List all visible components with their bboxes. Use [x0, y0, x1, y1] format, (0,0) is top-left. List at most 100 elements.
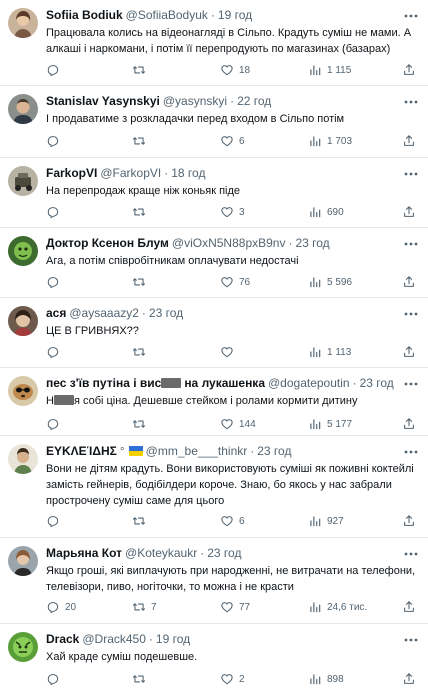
views-button[interactable]: 5 177 — [308, 417, 352, 431]
reply-button[interactable]: 20 — [46, 600, 76, 614]
author-name[interactable]: Sofiia Bodiuk — [46, 6, 123, 24]
avatar[interactable] — [8, 94, 38, 124]
retweet-button[interactable] — [132, 672, 151, 686]
retweet-button[interactable] — [132, 63, 151, 77]
share-button[interactable] — [402, 600, 416, 614]
views-button[interactable]: 690 — [308, 205, 344, 219]
tweet[interactable]: Доктор Ксенон Блум @viOxN5N88pxB9nv · 23… — [0, 228, 428, 298]
retweet-button[interactable] — [132, 514, 151, 528]
author-name[interactable]: Drack — [46, 630, 79, 648]
views-button[interactable]: 1 115 — [308, 63, 351, 77]
more-icon[interactable] — [402, 238, 420, 250]
share-button[interactable] — [402, 417, 416, 431]
like-button[interactable] — [220, 345, 239, 359]
retweet-button[interactable] — [132, 345, 151, 359]
author-name[interactable]: ася — [46, 304, 66, 322]
like-button[interactable]: 3 — [220, 205, 245, 219]
avatar[interactable] — [8, 632, 38, 662]
avatar[interactable] — [8, 236, 38, 266]
author-handle[interactable]: @yasynskyi — [163, 92, 227, 110]
avatar[interactable] — [8, 166, 38, 196]
like-button[interactable]: 18 — [220, 63, 250, 77]
like-button[interactable]: 6 — [220, 134, 245, 148]
views-button[interactable]: 898 — [308, 672, 344, 686]
author-handle[interactable]: @FarkopVI — [100, 164, 161, 182]
author-handle[interactable]: @Drack450 — [82, 630, 146, 648]
timestamp[interactable]: 18 год — [171, 164, 205, 182]
reply-button[interactable] — [46, 345, 65, 359]
timestamp[interactable]: 19 год — [218, 6, 252, 24]
retweet-button[interactable] — [132, 417, 151, 431]
like-button[interactable]: 2 — [220, 672, 245, 686]
author-name[interactable]: FarkopVI — [46, 164, 97, 182]
author-name[interactable]: Доктор Ксенон Блум — [46, 234, 169, 252]
share-button[interactable] — [402, 63, 416, 77]
author-handle[interactable]: @SofiiaBodyuk — [126, 6, 208, 24]
author-name[interactable]: пес з'їв путіна і вис на лукашенка — [46, 374, 265, 392]
like-button[interactable]: 144 — [220, 417, 256, 431]
share-button[interactable] — [402, 134, 416, 148]
avatar[interactable] — [8, 8, 38, 38]
like-button[interactable]: 76 — [220, 275, 250, 289]
views-button[interactable]: 927 — [308, 514, 344, 528]
more-icon[interactable] — [402, 308, 420, 320]
more-icon[interactable] — [402, 96, 420, 108]
avatar[interactable] — [8, 306, 38, 336]
timestamp[interactable]: 22 год — [237, 92, 271, 110]
tweet[interactable]: Stanislav Yasynskyi @yasynskyi · 22 год … — [0, 86, 428, 158]
reply-button[interactable] — [46, 672, 65, 686]
author-handle[interactable]: @aysaaazy2 — [69, 304, 139, 322]
timestamp[interactable]: 23 год — [149, 304, 183, 322]
retweet-button[interactable] — [132, 205, 151, 219]
author-name[interactable]: Stanislav Yasynskyi — [46, 92, 160, 110]
like-button[interactable]: 6 — [220, 514, 245, 528]
tweet-text: Працювала колись на відеонагляді в Сільп… — [46, 27, 412, 55]
author-handle[interactable]: @viOxN5N88pxB9nv — [172, 234, 286, 252]
author-name[interactable]: Марьяна Кот — [46, 544, 122, 562]
retweet-button[interactable] — [132, 134, 151, 148]
more-icon[interactable] — [402, 378, 420, 390]
reply-button[interactable] — [46, 205, 65, 219]
more-icon[interactable] — [402, 446, 420, 458]
tweet[interactable]: Марьяна Кот @Koteykaukr · 23 год Якщо гр… — [0, 538, 428, 624]
more-icon[interactable] — [402, 10, 420, 22]
share-button[interactable] — [402, 672, 416, 686]
reply-button[interactable] — [46, 417, 65, 431]
like-button[interactable]: 77 — [220, 600, 250, 614]
share-button[interactable] — [402, 345, 416, 359]
author-handle[interactable]: @dogatepoutin — [268, 374, 350, 392]
reply-button[interactable] — [46, 63, 65, 77]
reply-button[interactable] — [46, 514, 65, 528]
tweet[interactable]: FarkopVI @FarkopVI · 18 год На перепрода… — [0, 158, 428, 228]
reply-button[interactable] — [46, 134, 65, 148]
timestamp[interactable]: 19 год — [156, 630, 190, 648]
timestamp[interactable]: 23 год — [295, 234, 329, 252]
timestamp[interactable]: 23 год — [257, 442, 291, 460]
share-button[interactable] — [402, 205, 416, 219]
retweet-button[interactable] — [132, 275, 151, 289]
share-button[interactable] — [402, 275, 416, 289]
author-name[interactable]: ΕΥΚΛΕΊΔΗΣ — [46, 442, 117, 460]
timestamp[interactable]: 23 год — [207, 544, 241, 562]
views-button[interactable]: 1 113 — [308, 345, 351, 359]
more-icon[interactable] — [402, 168, 420, 180]
more-icon[interactable] — [402, 634, 420, 646]
tweet[interactable]: ΕΥΚΛΕΊΔΗΣ ° @mm_be___thinkr · 23 год Вон… — [0, 436, 428, 538]
views-button[interactable]: 5 596 — [308, 275, 352, 289]
author-handle[interactable]: @Koteykaukr — [125, 544, 197, 562]
avatar[interactable] — [8, 444, 38, 474]
reply-button[interactable] — [46, 275, 65, 289]
timestamp[interactable]: 23 год — [360, 374, 394, 392]
tweet[interactable]: Sofiia Bodiuk @SofiiaBodyuk · 19 год Пра… — [0, 0, 428, 86]
avatar[interactable] — [8, 546, 38, 576]
views-button[interactable]: 1 703 — [308, 134, 352, 148]
retweet-button[interactable]: 7 — [132, 600, 157, 614]
tweet[interactable]: ася @aysaaazy2 · 23 год ЦЕ В ГРИВНЯХ?? 1… — [0, 298, 428, 368]
author-handle[interactable]: @mm_be___thinkr — [146, 442, 248, 460]
views-button[interactable]: 24,6 тис. — [308, 600, 367, 614]
avatar[interactable] — [8, 376, 38, 406]
more-icon[interactable] — [402, 548, 420, 560]
share-button[interactable] — [402, 514, 416, 528]
tweet[interactable]: Drack @Drack450 · 19 год Хай краде суміш… — [0, 624, 428, 694]
tweet[interactable]: пес з'їв путіна і вис на лукашенка @dogat… — [0, 368, 428, 436]
